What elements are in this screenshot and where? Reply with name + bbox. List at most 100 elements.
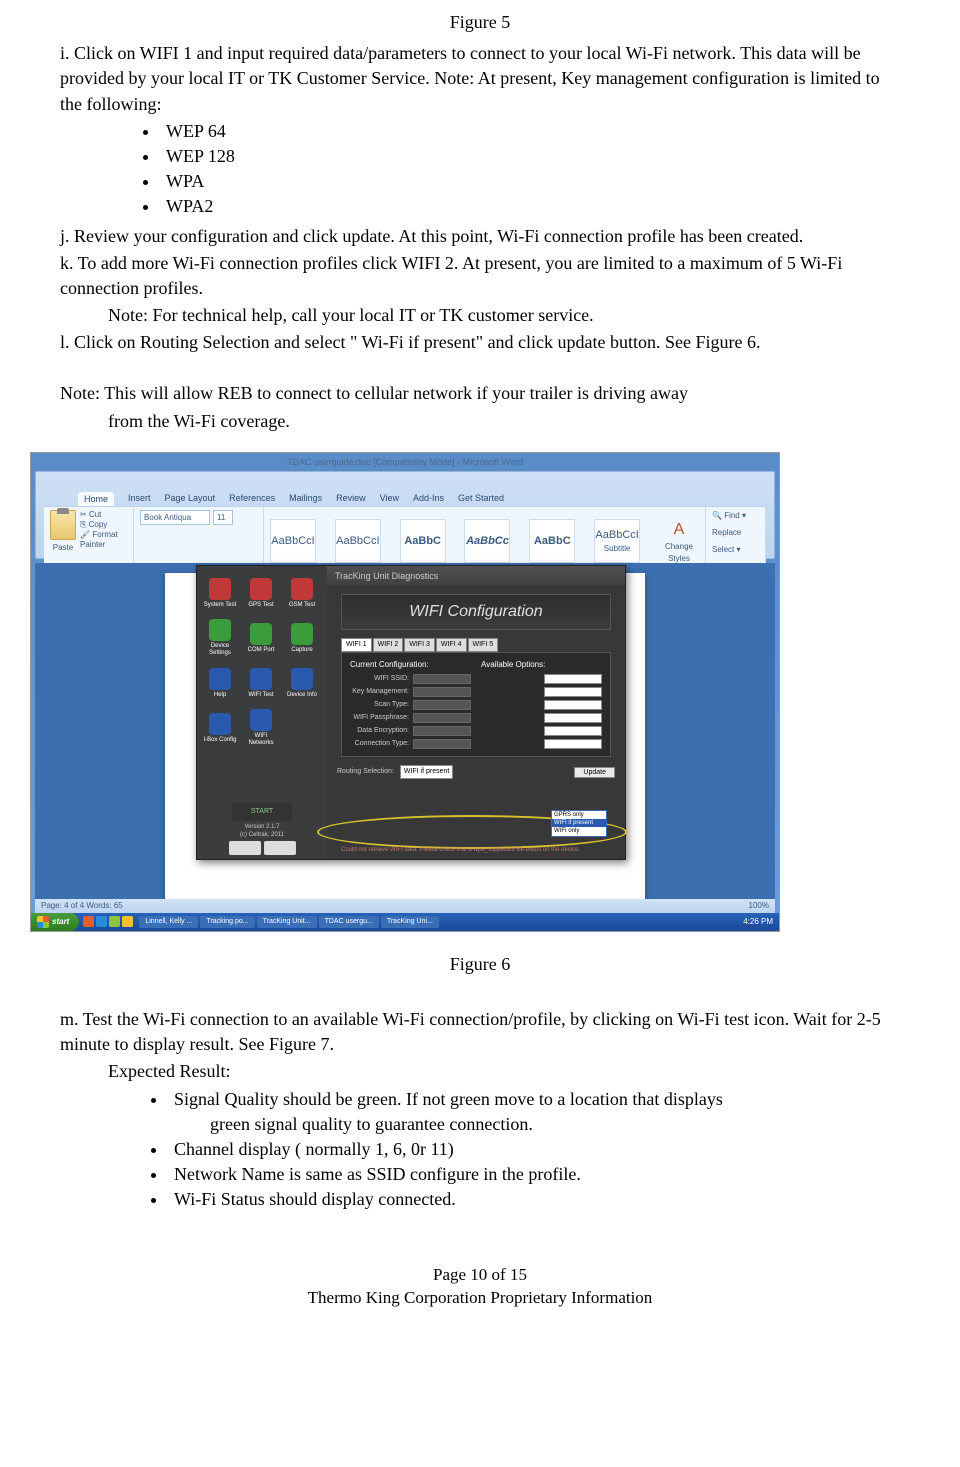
quicklaunch-icon[interactable] bbox=[122, 916, 133, 927]
diag-sidebar-button[interactable]: Device Info bbox=[283, 662, 321, 704]
update-button[interactable]: Update bbox=[574, 767, 615, 778]
diag-button-icon bbox=[291, 578, 313, 600]
note-reb-line1: Note: This will allow REB to connect to … bbox=[60, 381, 900, 406]
diag-button-label: System Test bbox=[204, 602, 237, 609]
change-styles-button[interactable]: AChange Styles bbox=[659, 519, 699, 564]
routing-selection-value: WIFI if present bbox=[400, 765, 454, 779]
list-item: Wi-Fi Status should display connected. bbox=[168, 1187, 900, 1212]
paste-label: Paste bbox=[50, 542, 76, 553]
diag-sidebar-button[interactable]: Device Settings bbox=[201, 617, 239, 659]
diag-sidebar-button[interactable]: I-Box Config bbox=[201, 707, 239, 749]
list-item: WPA bbox=[160, 169, 900, 194]
config-option-input[interactable] bbox=[544, 713, 602, 723]
key-mgmt-list: WEP 64 WEP 128 WPA WPA2 bbox=[160, 119, 900, 220]
quicklaunch-icon[interactable] bbox=[83, 916, 94, 927]
config-option-input[interactable] bbox=[544, 700, 602, 710]
dropdown-item[interactable]: GPRS only bbox=[552, 811, 606, 819]
config-option-input[interactable] bbox=[544, 739, 602, 749]
diag-sidebar-button[interactable]: System Test bbox=[201, 572, 239, 614]
taskbar-item[interactable]: TDAC usergu... bbox=[319, 916, 379, 928]
diag-button-label: COM Port bbox=[248, 647, 275, 654]
format-painter-button[interactable]: 🖌 Format Painter bbox=[80, 530, 127, 550]
find-button[interactable]: 🔍 Find ▾ bbox=[712, 510, 759, 521]
ribbon-tab[interactable]: References bbox=[229, 492, 275, 507]
routing-label: Routing Selection: bbox=[337, 767, 394, 777]
dropdown-item-selected[interactable]: WIFI if present bbox=[552, 819, 606, 827]
ribbon-tab[interactable]: Page Layout bbox=[165, 492, 216, 507]
copy-button[interactable]: ⎘ Copy bbox=[80, 520, 127, 530]
wifi-tab-2[interactable]: WIFI 2 bbox=[373, 638, 404, 652]
page-footer: Page 10 of 15 Thermo King Corporation Pr… bbox=[60, 1263, 900, 1311]
ribbon-tab[interactable]: Get Started bbox=[458, 492, 504, 507]
word-ribbon: Home Insert Page Layout References Maili… bbox=[35, 471, 775, 559]
wifi-tab-5[interactable]: WIFI 5 bbox=[468, 638, 499, 652]
figure5-label: Figure 5 bbox=[60, 10, 900, 35]
taskbar-item[interactable]: TracKing Unit... bbox=[257, 916, 317, 928]
wifi-tab-3[interactable]: WIFI 3 bbox=[404, 638, 435, 652]
diag-sidebar-button[interactable]: COM Port bbox=[242, 617, 280, 659]
dropdown-item[interactable]: WIFI only bbox=[552, 827, 606, 835]
current-config-heading: Current Configuration: bbox=[350, 659, 471, 670]
footer-page-number: Page 10 of 15 bbox=[60, 1263, 900, 1287]
routing-dropdown[interactable]: GPRS only WIFI if present WIFI only bbox=[551, 810, 607, 837]
taskbar-item[interactable]: Linnell, Kelly ... bbox=[139, 916, 198, 928]
font-name-select[interactable]: Book Antiqua bbox=[140, 510, 210, 525]
diag-sidebar-button[interactable]: GPS Test bbox=[242, 572, 280, 614]
cut-button[interactable]: ✂ Cut bbox=[80, 510, 127, 520]
style-box[interactable]: AaBbC bbox=[400, 519, 446, 563]
diag-button-label: WIFI Test bbox=[248, 692, 273, 699]
taskbar-item[interactable]: TracKing Uni... bbox=[381, 916, 439, 928]
diag-button-label: GSM Test bbox=[289, 602, 315, 609]
ribbon-tab[interactable]: Review bbox=[336, 492, 366, 507]
diag-window-title: TracKing Unit Diagnostics bbox=[327, 566, 625, 586]
config-current-value bbox=[413, 739, 471, 749]
style-box[interactable]: AaBbC bbox=[529, 519, 575, 563]
tracking-logo bbox=[264, 841, 296, 855]
windows-taskbar: start Linnell, Kelly ... Tracking po... … bbox=[31, 913, 779, 931]
ribbon-tab-home[interactable]: Home bbox=[78, 492, 114, 507]
ribbon-tab[interactable]: Insert bbox=[128, 492, 151, 507]
status-zoom[interactable]: 100% bbox=[749, 900, 769, 911]
diag-error-message: Could not retrieve WIFI data. Please che… bbox=[341, 846, 611, 854]
replace-button[interactable]: Replace bbox=[712, 527, 759, 538]
list-item: WPA2 bbox=[160, 194, 900, 219]
config-field-label: WIFI SSID: bbox=[374, 674, 409, 684]
style-box[interactable]: AaBbCcI bbox=[270, 519, 316, 563]
list-item: Channel display ( normally 1, 6, 0r 11) bbox=[168, 1137, 900, 1162]
ribbon-tab[interactable]: Mailings bbox=[289, 492, 322, 507]
ribbon-tab[interactable]: Add-Ins bbox=[413, 492, 444, 507]
wifi-tab-4[interactable]: WIFI 4 bbox=[436, 638, 467, 652]
config-option-input[interactable] bbox=[544, 726, 602, 736]
diag-button-icon bbox=[250, 668, 272, 690]
config-current-value bbox=[413, 687, 471, 697]
ribbon-tab[interactable]: View bbox=[380, 492, 399, 507]
diag-button-icon bbox=[209, 619, 231, 641]
diag-sidebar-button[interactable]: Help bbox=[201, 662, 239, 704]
config-option-input[interactable] bbox=[544, 687, 602, 697]
figure6-screenshot: TDAC userguide.doc [Compatibility Mode] … bbox=[30, 452, 780, 932]
quicklaunch-icon[interactable] bbox=[109, 916, 120, 927]
style-box[interactable]: AaBbCc bbox=[464, 519, 510, 563]
config-option-input[interactable] bbox=[544, 674, 602, 684]
taskbar-clock: 4:26 PM bbox=[737, 916, 779, 927]
start-diag-button[interactable]: START bbox=[232, 803, 292, 821]
diag-button-icon bbox=[250, 623, 272, 645]
diag-sidebar-button[interactable]: WIFI Networks bbox=[242, 707, 280, 749]
taskbar-item[interactable]: Tracking po... bbox=[200, 916, 254, 928]
diag-sidebar-button[interactable]: WIFI Test bbox=[242, 662, 280, 704]
select-button[interactable]: Select ▾ bbox=[712, 544, 759, 555]
font-size-select[interactable]: 11 bbox=[213, 510, 233, 525]
config-field-label: Data Encryption: bbox=[357, 726, 409, 736]
paste-icon[interactable] bbox=[50, 510, 76, 540]
style-box[interactable]: AaBbCcISubtitle bbox=[594, 519, 640, 563]
list-item: WEP 64 bbox=[160, 119, 900, 144]
style-box[interactable]: AaBbCcI bbox=[335, 519, 381, 563]
available-options-heading: Available Options: bbox=[481, 659, 602, 670]
paragraph-j: j. Review your configuration and click u… bbox=[60, 224, 900, 249]
wifi-tab-1[interactable]: WIFI 1 bbox=[341, 638, 372, 652]
paragraph-l: l. Click on Routing Selection and select… bbox=[60, 330, 900, 355]
quicklaunch-icon[interactable] bbox=[96, 916, 107, 927]
start-button[interactable]: start bbox=[31, 913, 79, 931]
diag-sidebar-button[interactable]: GSM Test bbox=[283, 572, 321, 614]
diag-sidebar-button[interactable]: Capture bbox=[283, 617, 321, 659]
